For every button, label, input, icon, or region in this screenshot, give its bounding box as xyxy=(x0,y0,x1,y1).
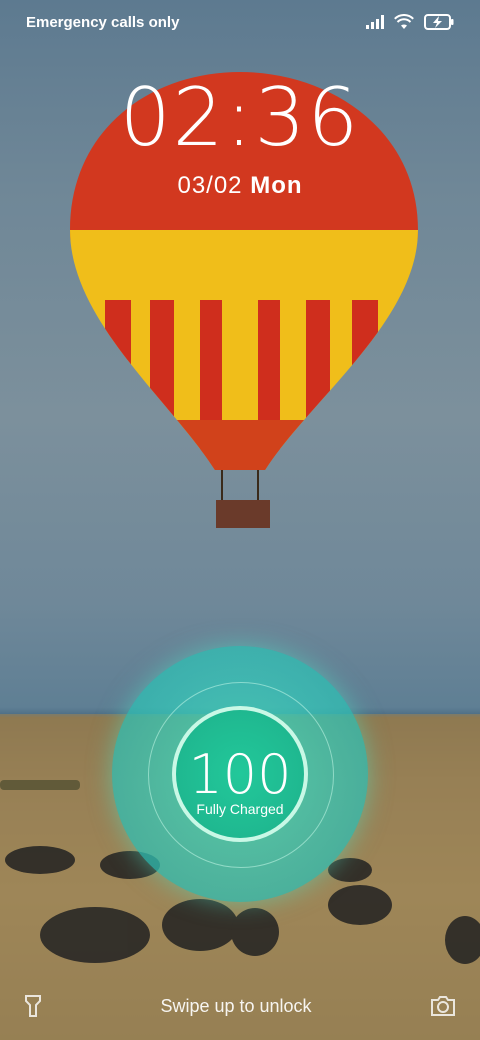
charging-indicator: 100 Fully Charged xyxy=(112,646,368,902)
clock-date-line: 03/02 Mon xyxy=(0,174,480,198)
signal-icon xyxy=(366,15,384,29)
clock-date: 03/02 xyxy=(177,172,243,199)
battery-level: 100 xyxy=(188,743,292,806)
charging-status-text: Fully Charged xyxy=(196,801,284,817)
status-bar: Emergency calls only xyxy=(0,0,480,44)
swipe-up-hint[interactable]: Swipe up to unlock xyxy=(160,996,311,1017)
wifi-icon xyxy=(394,14,414,30)
camera-icon[interactable] xyxy=(430,995,456,1017)
battery-charging-icon xyxy=(424,14,454,30)
lockscreen-bottom-bar: Swipe up to unlock xyxy=(0,988,480,1024)
clock-time: 02:36 xyxy=(119,71,361,164)
status-icons xyxy=(366,14,454,30)
clock-day: Mon xyxy=(250,172,303,199)
flashlight-icon[interactable] xyxy=(24,994,42,1018)
carrier-status-text: Emergency calls only xyxy=(26,13,180,31)
